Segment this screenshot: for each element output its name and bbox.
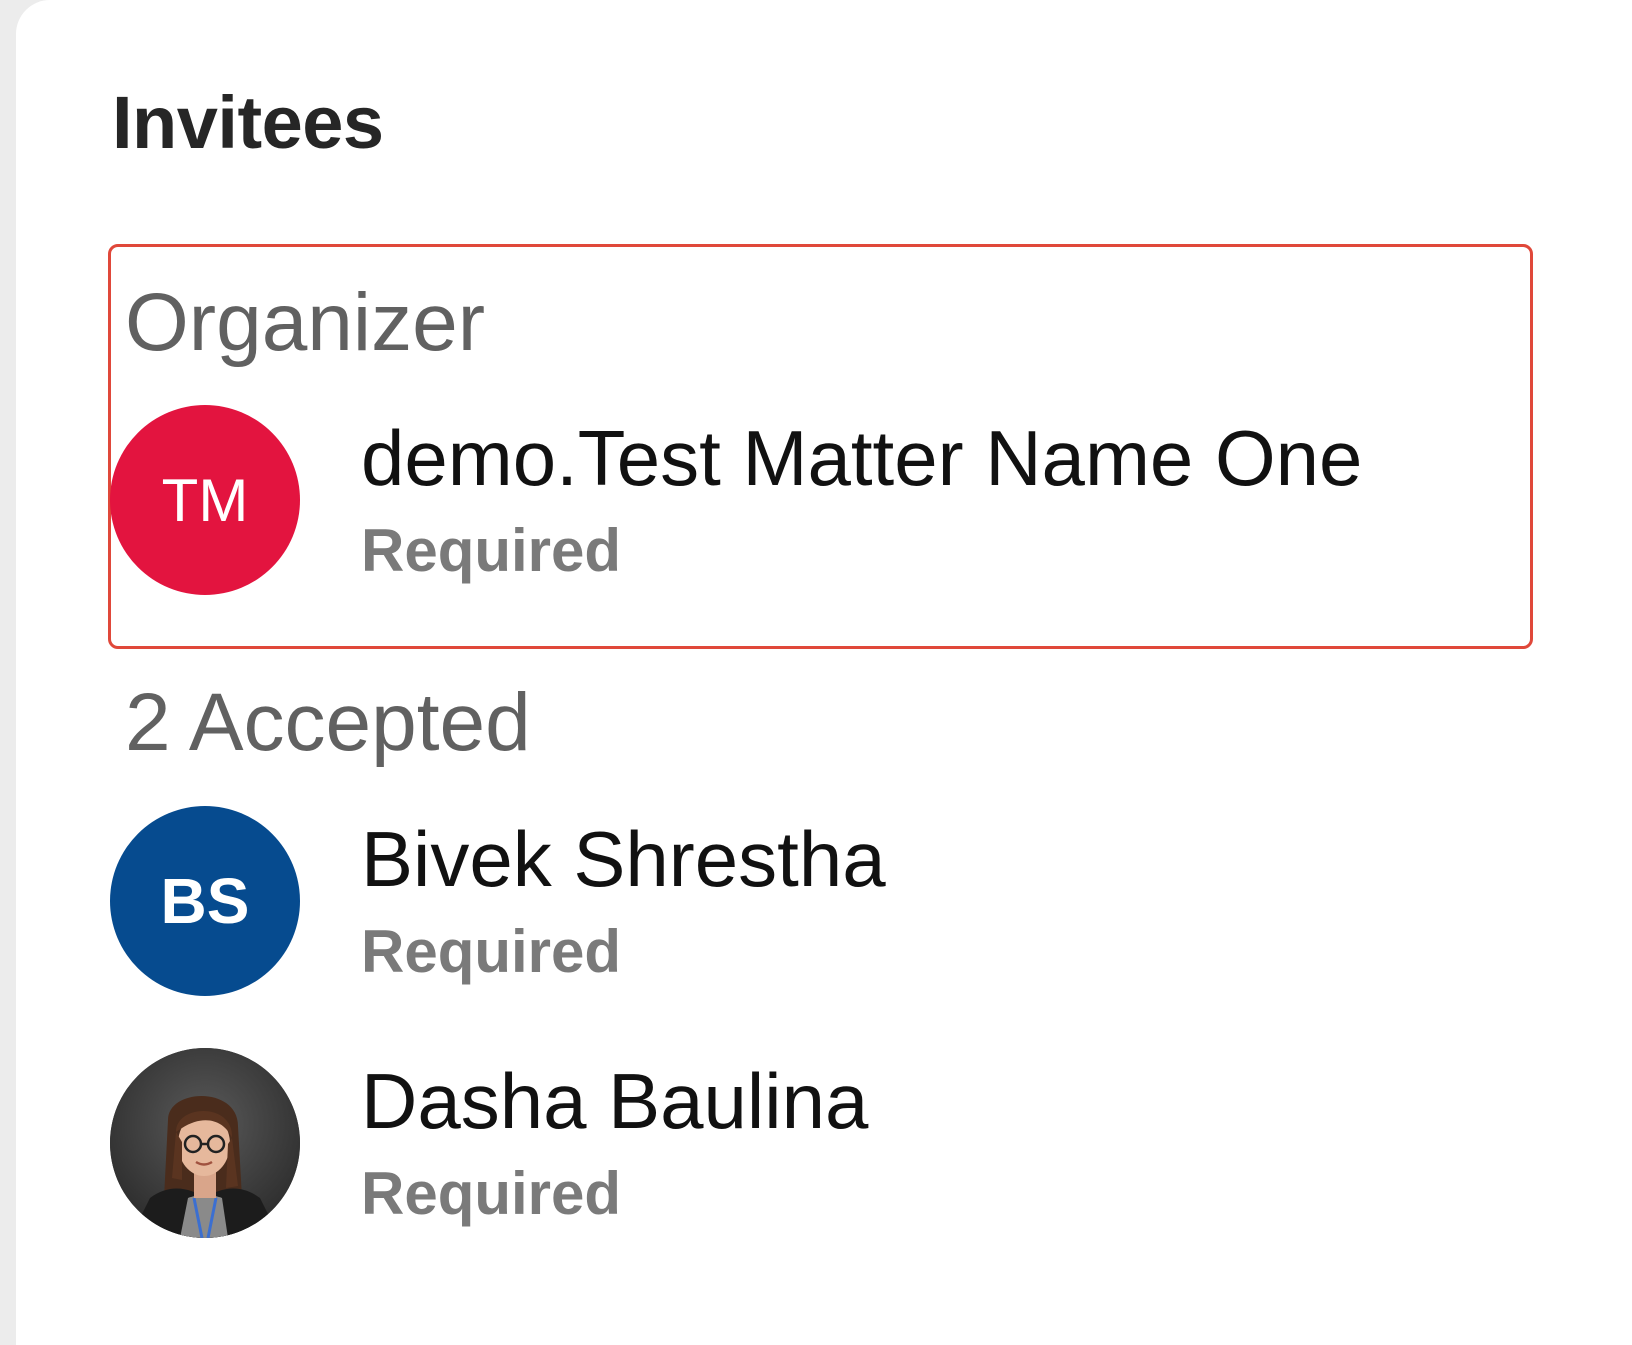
avatar-initials: TM [161, 466, 249, 534]
invitee-name: Bivek Shrestha [361, 815, 886, 903]
invitees-panel: Invitees Organizer TM demo.Test Matter N… [16, 0, 1632, 1345]
person-photo-icon [110, 1048, 300, 1238]
avatar-initials: BS [160, 865, 250, 937]
invitee-role: Required [361, 1160, 622, 1227]
invitee-role: Required [361, 918, 622, 985]
organizer-row[interactable]: TM demo.Test Matter Name One Required [110, 405, 1530, 595]
photo-avatar [110, 1048, 300, 1238]
invitee-row[interactable]: Dasha Baulina Required [110, 1048, 1530, 1238]
invitee-name: demo.Test Matter Name One [361, 414, 1363, 502]
invitee-role: Required [361, 517, 622, 584]
invitee-name: Dasha Baulina [361, 1057, 869, 1145]
invitee-row[interactable]: BS Bivek Shrestha Required [110, 806, 1530, 996]
invitees-heading: Invitees [112, 81, 384, 164]
avatar: TM [110, 405, 300, 595]
organizer-section-label: Organizer [125, 277, 486, 368]
avatar: BS [110, 806, 300, 996]
accepted-section-label: 2 Accepted [125, 677, 531, 768]
